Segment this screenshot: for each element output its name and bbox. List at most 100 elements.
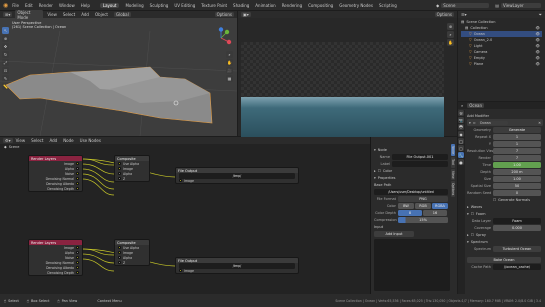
sidebar-tab-node[interactable]: Node bbox=[451, 144, 455, 157]
properties-object-name[interactable]: Ocean bbox=[467, 103, 485, 108]
modifier-close-icon[interactable]: ✕ bbox=[538, 121, 541, 125]
tool-tab-icon[interactable]: ⚒ bbox=[458, 110, 464, 116]
image-editor-type-button[interactable]: ▣▾ bbox=[241, 12, 251, 17]
socket-icon[interactable] bbox=[76, 246, 79, 249]
image-sample-icon[interactable]: ⊕ bbox=[447, 23, 454, 30]
modifier-tab-icon[interactable]: 🔧 bbox=[458, 152, 464, 158]
compression-slider[interactable]: 15% bbox=[398, 216, 448, 223]
file-format-select[interactable]: PNG bbox=[398, 195, 448, 202]
socket-icon[interactable] bbox=[76, 187, 79, 190]
node-render-layers[interactable]: Render Layers Image Alpha Noise Denoising No… bbox=[28, 155, 83, 192]
scene-name[interactable]: Scene bbox=[441, 2, 490, 8]
socket-icon[interactable] bbox=[118, 177, 121, 180]
visibility-icon[interactable]: 👁 bbox=[536, 50, 540, 54]
tab-uv-editing[interactable]: UV Editing bbox=[174, 3, 195, 8]
scene-selector[interactable]: ◆ Scene ▤ ViewLayer bbox=[436, 2, 541, 8]
grid-view-icon[interactable]: ▦ bbox=[226, 75, 233, 82]
socket-icon[interactable] bbox=[76, 271, 79, 274]
input-list[interactable] bbox=[374, 239, 450, 291]
add-modifier-row[interactable]: Add Modifier bbox=[467, 112, 543, 119]
socket-icon[interactable] bbox=[76, 256, 79, 259]
sidebar-tab-options[interactable]: Options bbox=[451, 181, 455, 198]
menu-help[interactable]: Help bbox=[81, 3, 90, 8]
socket-icon[interactable] bbox=[76, 162, 79, 165]
socket-icon[interactable] bbox=[76, 177, 79, 180]
socket-icon[interactable] bbox=[76, 182, 79, 185]
node-editor[interactable]: ⚙▾ View Select Add Node Use Nodes ◆ Scene Re… bbox=[0, 137, 370, 294]
image-pan-icon[interactable]: ✋ bbox=[447, 39, 454, 46]
pan-icon[interactable]: ✋ bbox=[226, 59, 233, 66]
color-depth-16[interactable]: 16 bbox=[423, 209, 447, 216]
socket-icon[interactable] bbox=[118, 162, 121, 165]
socket-icon[interactable] bbox=[118, 261, 121, 264]
3d-viewport[interactable]: ⊞▾ Object Mode View Select Add Object Globa… bbox=[0, 9, 237, 136]
color-checkbox[interactable]: ☐ bbox=[378, 169, 381, 173]
image-editor[interactable]: ▣▾ Options ⊕ ⌕ ✋ bbox=[238, 11, 457, 141]
visibility-icon[interactable]: 👁 bbox=[536, 38, 540, 42]
spray-section[interactable]: ▸ ☐ Spray bbox=[467, 231, 543, 238]
modifier-field-value[interactable]: 7 bbox=[493, 154, 541, 161]
node-label-field[interactable] bbox=[392, 160, 448, 167]
render-tab-icon[interactable]: 📷 bbox=[458, 117, 464, 123]
outliner-filter-icon[interactable]: ⏷ bbox=[539, 12, 542, 17]
coverage-field[interactable]: 0.000 bbox=[493, 224, 541, 231]
socket-icon[interactable] bbox=[118, 167, 121, 170]
modifier-field-value[interactable]: 1 bbox=[493, 133, 541, 140]
menu-window[interactable]: Window bbox=[59, 3, 75, 8]
modifier-field-value[interactable]: 1.00 bbox=[493, 175, 541, 182]
world-tab-icon[interactable]: ◯ bbox=[458, 138, 464, 144]
properties-editor[interactable]: ⌕ Ocean ⚒ 📷 🖶 ◆ ◯ ▢ 🔧 ● Add Modifier ▾ ≈… bbox=[458, 102, 545, 294]
modifier-field-value[interactable]: 7 bbox=[493, 147, 541, 154]
spray-checkbox[interactable]: ☐ bbox=[471, 233, 474, 237]
node-name-field[interactable]: File Output.001 bbox=[392, 153, 448, 160]
modifier-field-value[interactable]: 200 m bbox=[493, 168, 541, 175]
image-zoom-icon[interactable]: ⌕ bbox=[447, 31, 454, 38]
modifier-field-value[interactable]: Generate bbox=[493, 126, 541, 133]
visibility-icon[interactable]: 👁 bbox=[536, 32, 540, 36]
bake-ocean-button[interactable]: Bake Ocean bbox=[467, 256, 541, 263]
camera-view-icon[interactable]: 🎥 bbox=[226, 67, 233, 74]
add-input-button[interactable]: Add Input bbox=[374, 230, 414, 237]
menu-render[interactable]: Render bbox=[39, 3, 53, 8]
properties-section[interactable]: ▾ Properties bbox=[374, 174, 450, 181]
color-depth-8[interactable]: 8 bbox=[398, 209, 422, 216]
foam-checkbox[interactable]: ☐ bbox=[471, 212, 474, 216]
outliner[interactable]: ☰▾ ⏷ ▤ Scene Collection ▤ Collection 👁 ▽ Ocea… bbox=[458, 11, 545, 101]
tab-shading[interactable]: Shading bbox=[233, 3, 249, 8]
tab-modeling[interactable]: Modeling bbox=[125, 3, 143, 8]
data-layer-field[interactable]: Foam bbox=[493, 217, 541, 224]
ocean-mesh[interactable] bbox=[0, 11, 237, 136]
tab-geometry-nodes[interactable]: Geometry Nodes bbox=[339, 3, 373, 8]
modifier-field-value[interactable]: 50 bbox=[493, 182, 541, 189]
tab-rendering[interactable]: Rendering bbox=[282, 3, 302, 8]
foam-section[interactable]: ▾ ☐ Foam bbox=[467, 210, 543, 217]
node-file-output[interactable]: File Output/tmp/Image bbox=[175, 257, 299, 274]
color-mode-bw[interactable]: BW bbox=[398, 202, 414, 209]
zoom-icon[interactable]: ⌕ bbox=[226, 51, 233, 58]
socket-icon[interactable] bbox=[76, 266, 79, 269]
socket-icon[interactable] bbox=[118, 251, 121, 254]
tab-compositing[interactable]: Compositing bbox=[308, 3, 333, 8]
physics-tab-icon[interactable]: ● bbox=[458, 159, 464, 165]
visibility-icon[interactable]: 👁 bbox=[536, 26, 540, 30]
modifier-name[interactable]: Ocean bbox=[477, 120, 508, 125]
waves-section[interactable]: ▸ Waves bbox=[467, 203, 543, 210]
color-mode-rgb[interactable]: RGB bbox=[415, 202, 431, 209]
socket-icon[interactable] bbox=[179, 179, 182, 182]
file-path-field[interactable]: /tmp/ bbox=[179, 262, 295, 269]
modifier-field-value[interactable]: 1 bbox=[493, 140, 541, 147]
node-render-layers[interactable]: Render Layers Image Alpha Noise Denoising No… bbox=[28, 239, 83, 276]
visibility-icon[interactable]: 👁 bbox=[536, 56, 540, 60]
node-file-output[interactable]: File Output/tmp/Image bbox=[175, 167, 299, 184]
socket-icon[interactable] bbox=[76, 251, 79, 254]
tab-layout[interactable]: Layout bbox=[99, 2, 120, 8]
modifier-field-value[interactable]: 0 bbox=[493, 189, 541, 196]
color-row[interactable]: ▸ ☐ Color bbox=[374, 167, 450, 174]
base-path-field[interactable]: /Users/user/Desktop/untitled bbox=[374, 188, 448, 195]
socket-icon[interactable] bbox=[76, 172, 79, 175]
view-layer-name[interactable]: ViewLayer bbox=[501, 2, 541, 8]
outliner-item[interactable]: ▽ Plane 👁 bbox=[461, 61, 542, 67]
tab-texture-paint[interactable]: Texture Paint bbox=[201, 3, 227, 8]
tab-sculpting[interactable]: Sculpting bbox=[150, 3, 169, 8]
menu-file[interactable]: File bbox=[12, 3, 19, 8]
